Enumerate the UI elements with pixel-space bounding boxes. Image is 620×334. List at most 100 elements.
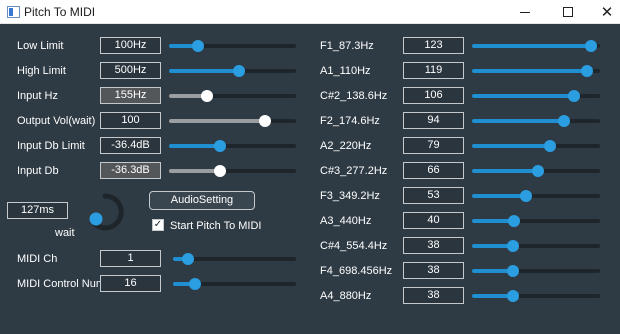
slider-fill [472, 144, 550, 148]
wait-field[interactable]: 127ms [7, 202, 68, 219]
note-label-a1: A1_110Hz [320, 65, 371, 77]
note-label-f2: F2_174.6Hz [320, 115, 380, 127]
slider-thumb[interactable] [568, 90, 580, 102]
note-field-f3[interactable]: 53 [403, 187, 464, 204]
slider-thumb[interactable] [233, 65, 245, 77]
low-limit-label: Low Limit [17, 40, 64, 52]
slider-thumb[interactable] [585, 40, 597, 52]
slider-thumb[interactable] [214, 165, 226, 177]
slider-thumb[interactable] [520, 190, 532, 202]
wait-knob[interactable] [85, 192, 125, 232]
high-limit-slider[interactable] [169, 65, 296, 77]
note-field-f4[interactable]: 38 [403, 262, 464, 279]
note-label-f1: F1_87.3Hz [320, 40, 374, 52]
slider-thumb[interactable] [214, 140, 226, 152]
high-limit-field[interactable]: 500Hz [100, 62, 161, 79]
input-db-limit-field[interactable]: -36.4dB [100, 137, 161, 154]
output-vol-label: Output Vol(wait) [17, 115, 96, 127]
slider-fill [472, 44, 591, 48]
wait-label: wait [55, 227, 75, 239]
note-field-cs3[interactable]: 66 [403, 162, 464, 179]
output-vol-slider[interactable] [169, 115, 296, 127]
slider-thumb[interactable] [507, 290, 519, 302]
start-pitch-label[interactable]: Start Pitch To MIDI [170, 220, 262, 232]
input-db-label: Input Db [17, 165, 59, 177]
slider-fill [472, 169, 538, 173]
note-slider-cs4[interactable] [472, 240, 600, 252]
note-slider-cs2[interactable] [472, 90, 600, 102]
high-limit-label: High Limit [17, 65, 66, 77]
midi-ch-slider[interactable] [173, 253, 296, 265]
note-slider-cs3[interactable] [472, 165, 600, 177]
window-title: Pitch To MIDI [24, 5, 96, 19]
slider-thumb[interactable] [558, 115, 570, 127]
slider-fill [169, 169, 220, 173]
slider-thumb[interactable] [581, 65, 593, 77]
note-slider-a4[interactable] [472, 290, 600, 302]
slider-thumb[interactable] [192, 40, 204, 52]
slider-fill [472, 94, 574, 98]
note-field-f1[interactable]: 123 [403, 37, 464, 54]
low-limit-field[interactable]: 100Hz [100, 37, 161, 54]
note-label-cs2: C#2_138.6Hz [320, 90, 388, 102]
note-slider-a3[interactable] [472, 215, 600, 227]
note-label-a4: A4_880Hz [320, 290, 372, 302]
note-slider-f2[interactable] [472, 115, 600, 127]
note-slider-f1[interactable] [472, 40, 600, 52]
slider-fill [169, 144, 220, 148]
close-button[interactable]: ✕ [588, 0, 620, 24]
midi-ch-label: MIDI Ch [17, 253, 58, 265]
input-hz-slider[interactable] [169, 90, 296, 102]
knob-thumb[interactable] [89, 212, 103, 226]
midi-control-num-field[interactable]: 16 [100, 275, 161, 292]
slider-fill [169, 119, 265, 123]
slider-fill [472, 69, 587, 73]
note-label-cs3: C#3_277.2Hz [320, 165, 388, 177]
app-icon [7, 6, 20, 18]
slider-thumb[interactable] [532, 165, 544, 177]
maximize-button[interactable] [549, 0, 587, 24]
input-db-slider[interactable] [169, 165, 296, 177]
minimize-icon [520, 11, 530, 13]
slider-fill [472, 194, 526, 198]
low-limit-slider[interactable] [169, 40, 296, 52]
slider-thumb[interactable] [182, 253, 194, 265]
slider-thumb[interactable] [507, 240, 519, 252]
maximize-icon [563, 7, 573, 17]
note-label-a3: A3_440Hz [320, 215, 372, 227]
note-slider-a1[interactable] [472, 65, 600, 77]
slider-thumb[interactable] [259, 115, 271, 127]
note-label-f4: F4_698.456Hz [320, 265, 393, 277]
note-field-f2[interactable]: 94 [403, 112, 464, 129]
main-panel: Low Limit 100Hz High Limit 500Hz Input H… [0, 24, 620, 334]
note-field-a3[interactable]: 40 [403, 212, 464, 229]
note-slider-f4[interactable] [472, 265, 600, 277]
slider-thumb[interactable] [508, 215, 520, 227]
note-field-a4[interactable]: 38 [403, 287, 464, 304]
minimize-button[interactable] [506, 0, 544, 24]
input-db-limit-label: Input Db Limit [17, 140, 85, 152]
output-vol-field[interactable]: 100 [100, 112, 161, 129]
note-field-a2[interactable]: 79 [403, 137, 464, 154]
midi-control-num-slider[interactable] [173, 278, 296, 290]
note-slider-a2[interactable] [472, 140, 600, 152]
input-hz-label: Input Hz [17, 90, 58, 102]
slider-fill [472, 119, 564, 123]
note-field-cs4[interactable]: 38 [403, 237, 464, 254]
input-db-limit-slider[interactable] [169, 140, 296, 152]
slider-thumb[interactable] [201, 90, 213, 102]
note-field-a1[interactable]: 119 [403, 62, 464, 79]
note-field-cs2[interactable]: 106 [403, 87, 464, 104]
input-hz-field: 155Hz [100, 87, 161, 104]
slider-thumb[interactable] [507, 265, 519, 277]
start-pitch-checkbox[interactable]: ✓ [152, 219, 164, 231]
title-bar: Pitch To MIDI ✕ [0, 0, 620, 24]
note-slider-f3[interactable] [472, 190, 600, 202]
note-label-f3: F3_349.2Hz [320, 190, 380, 202]
slider-thumb[interactable] [189, 278, 201, 290]
audio-setting-button[interactable]: AudioSetting [149, 191, 255, 210]
midi-ch-field[interactable]: 1 [100, 250, 161, 267]
slider-fill [169, 69, 239, 73]
note-label-cs4: C#4_554.4Hz [320, 240, 388, 252]
slider-thumb[interactable] [544, 140, 556, 152]
